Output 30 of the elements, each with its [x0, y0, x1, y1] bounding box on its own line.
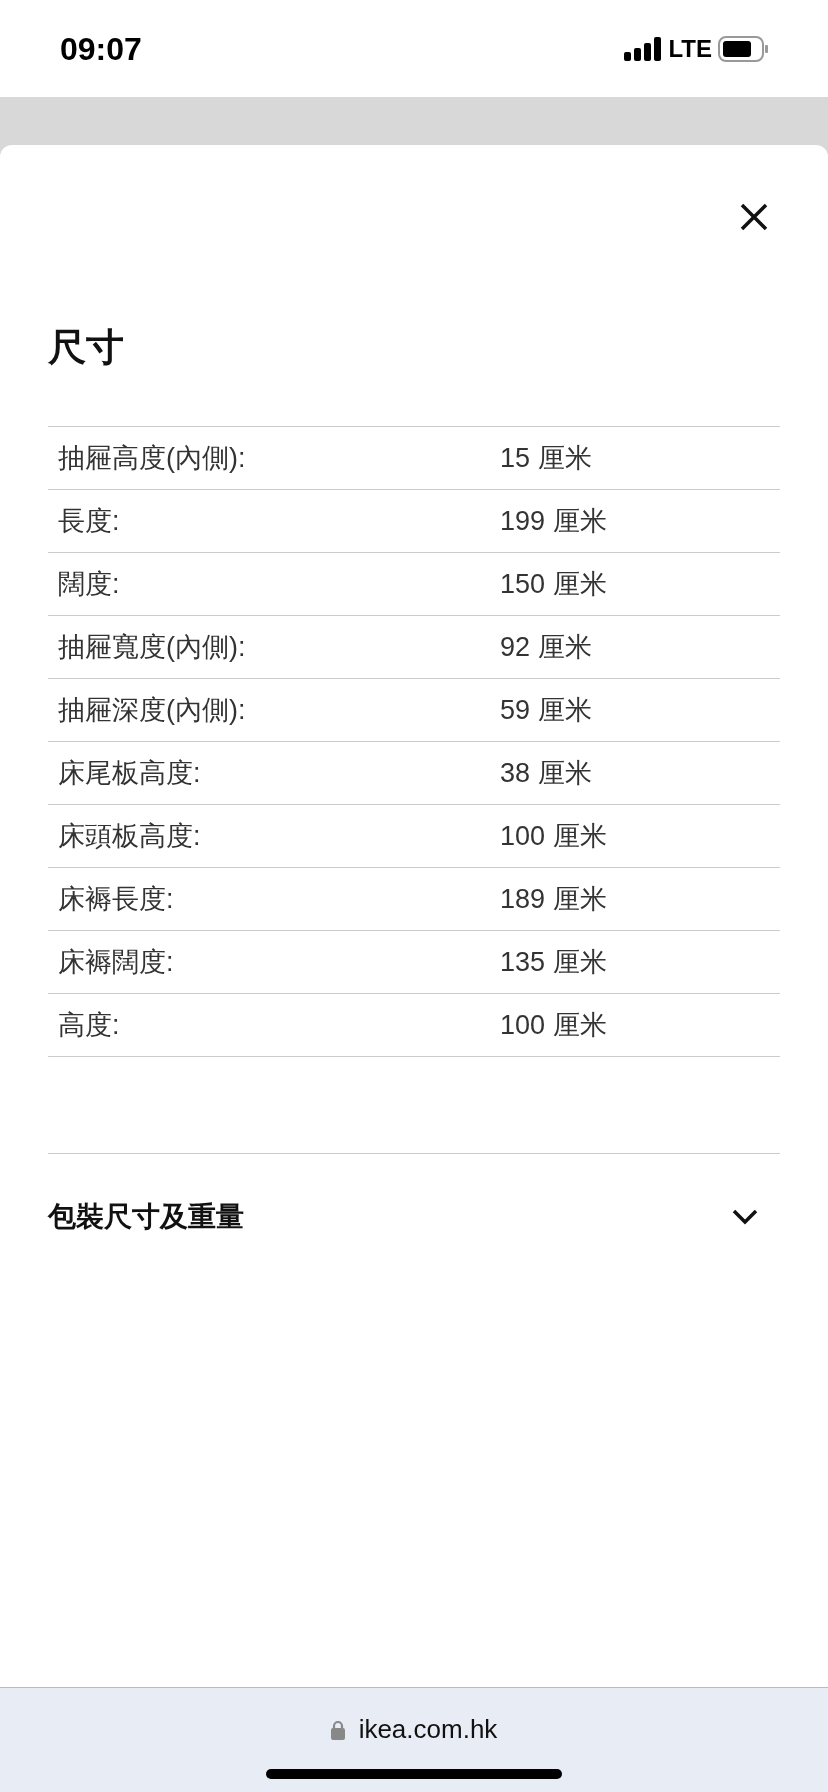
dimension-label: 闊度:	[57, 567, 121, 601]
dimension-label: 抽屜寬度(內側):	[57, 630, 247, 664]
close-icon	[740, 203, 768, 231]
dimension-value: 150 厘米	[500, 567, 607, 601]
url-label[interactable]: ikea.com.hk	[358, 1710, 498, 1749]
signal-icon	[624, 36, 663, 61]
lock-icon	[330, 1719, 345, 1740]
dimension-label: 床尾板高度:	[57, 756, 202, 790]
dimension-label: 抽屜高度(內側):	[57, 441, 247, 475]
accordion-header[interactable]: 包裝尺寸及重量	[48, 1196, 758, 1238]
dimension-label: 高度:	[57, 1008, 121, 1042]
sheet-title: 尺寸	[48, 325, 125, 370]
dimension-label: 床褥長度:	[57, 882, 175, 916]
dimension-value: 15 厘米	[500, 441, 592, 475]
dimension-value: 59 厘米	[500, 693, 592, 727]
status-time: 09:07	[60, 29, 142, 69]
dimension-value: 38 厘米	[500, 756, 592, 790]
dimension-value: 100 厘米	[500, 819, 607, 853]
dimension-value: 100 厘米	[500, 1008, 607, 1042]
dimension-value: 189 厘米	[500, 882, 607, 916]
battery-icon	[718, 35, 768, 62]
dimension-label: 床頭板高度:	[57, 819, 202, 853]
dimension-label: 長度:	[57, 504, 121, 538]
dimension-label: 床褥闊度:	[57, 945, 175, 979]
dimension-value: 199 厘米	[500, 504, 607, 538]
dimension-value: 135 厘米	[500, 945, 607, 979]
dimension-label: 抽屜深度(內側):	[57, 693, 247, 727]
chevron-icon	[732, 1209, 758, 1225]
dimension-value: 92 厘米	[500, 630, 592, 664]
network-label: LTE	[668, 33, 712, 64]
